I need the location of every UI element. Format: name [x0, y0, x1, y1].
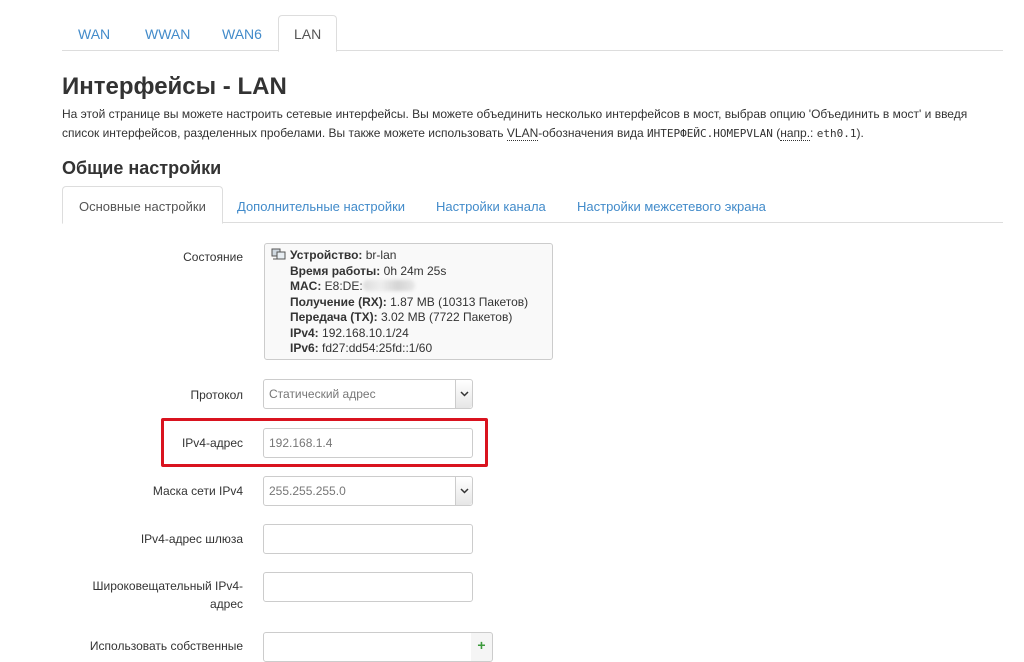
ipv6-status-label: IPv6: [290, 341, 319, 355]
custom-dns-input[interactable] [263, 632, 472, 662]
netmask-value: 255.255.255.0 [269, 484, 346, 498]
tab-general-settings[interactable]: Основные настройки [62, 186, 223, 224]
broadcast-input[interactable] [263, 572, 473, 602]
tx-value: 3.02 MB (7722 Пакетов) [380, 310, 513, 324]
page-description: На этой странице вы можете настроить сет… [62, 105, 1002, 143]
network-device-icon [271, 248, 286, 260]
protocol-label: Протокол [190, 388, 243, 402]
mac-label: MAC: [290, 279, 322, 293]
device-value: br-lan [365, 248, 397, 262]
gateway-input[interactable] [263, 524, 473, 554]
chevron-down-icon [455, 380, 472, 408]
tab-wwan[interactable]: WWAN [129, 15, 206, 51]
uptime-label: Время работы: [290, 263, 381, 278]
tx-label: Передача (TX): [290, 310, 378, 324]
vlan-notation-code: ИНТЕРФЕЙС.НОМЕРVLAN [647, 127, 773, 140]
broadcast-label-line2: адрес [209, 597, 243, 611]
tab-lan[interactable]: LAN [278, 15, 338, 52]
gateway-label: IPv4-адрес шлюза [140, 532, 243, 546]
page-title: Интерфейсы - LAN [62, 73, 287, 100]
rx-value: 1.87 MB (10313 Пакетов) [390, 294, 529, 309]
tab-advanced-settings[interactable]: Дополнительные настройки [220, 186, 422, 223]
protocol-value: Статический адрес [269, 387, 376, 401]
section-title: Общие настройки [62, 158, 222, 178]
tab-physical-settings[interactable]: Настройки канала [419, 186, 563, 223]
uptime-value: 0h 24m 25s [383, 263, 447, 278]
status-label: Состояние [183, 250, 243, 264]
tab-firewall-settings[interactable]: Настройки межсетевого экрана [560, 186, 783, 223]
vlan-abbr: VLAN [506, 126, 539, 141]
broadcast-label-line1: Широковещательный IPv4- [92, 579, 244, 593]
ipv4-address-label: IPv4-адрес [181, 436, 243, 450]
description-text-2: -обозначения вида [538, 126, 648, 140]
tab-wan6[interactable]: WAN6 [206, 15, 278, 51]
example-abbr: напр. [780, 126, 811, 141]
ipv4-status-value: 192.168.10.1/24 [322, 325, 409, 340]
ipv6-status-value: fd27:dd54:25fd::1/60 [322, 341, 433, 355]
interface-tabs: WAN WWAN WAN6 LAN [62, 15, 1003, 52]
status-box: Устройство: br-lan Время работы: 0h 24m … [264, 243, 553, 360]
netmask-label: Маска сети IPv4 [152, 484, 243, 498]
blurred-mac [362, 280, 415, 291]
description-text-4: : [810, 126, 817, 140]
broadcast-label: Широковещательный IPv4- адрес [93, 577, 244, 613]
netmask-select[interactable]: 255.255.255.0 [263, 476, 473, 506]
add-dns-button[interactable]: + [471, 632, 493, 662]
example-code: eth0.1 [816, 127, 857, 140]
settings-tabs: Основные настройки Дополнительные настро… [62, 186, 1003, 224]
tab-wan[interactable]: WAN [62, 15, 126, 51]
description-text-5: ). [856, 126, 864, 140]
ipv4-address-input[interactable]: 192.168.1.4 [263, 428, 473, 458]
chevron-down-icon [455, 477, 472, 505]
ipv4-status-label: IPv4: [290, 325, 319, 340]
protocol-select[interactable]: Статический адрес [263, 379, 473, 409]
mac-value: E8:DE: [324, 279, 363, 293]
device-label: Устройство: [290, 248, 363, 262]
rx-label: Получение (RX): [290, 294, 387, 309]
custom-dns-label: Использовать собственные [89, 639, 243, 653]
